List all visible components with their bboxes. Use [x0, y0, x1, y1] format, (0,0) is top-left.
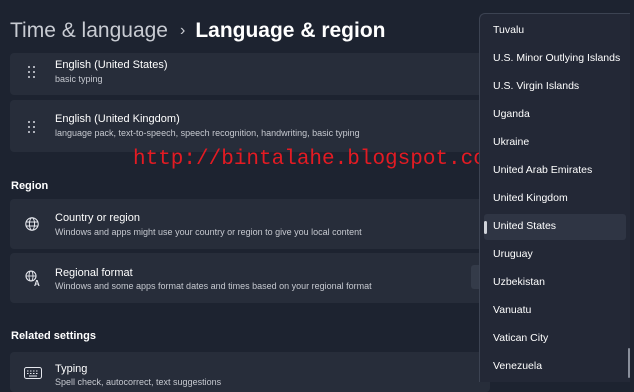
region-heading: Region: [11, 180, 49, 192]
scrollbar-thumb[interactable]: [628, 348, 630, 378]
language-item-en-us[interactable]: English (United States) basic typing: [10, 53, 490, 95]
country-or-region-setting[interactable]: Country or region Windows and apps might…: [10, 199, 490, 249]
country-or-region-description: Windows and apps might use your country …: [55, 227, 362, 237]
regional-format-description: Windows and some apps format dates and t…: [55, 281, 372, 291]
dropdown-option[interactable]: U.S. Minor Outlying Islands: [484, 46, 626, 72]
language-features: language pack, text-to-speech, speech re…: [55, 128, 360, 138]
related-settings-heading: Related settings: [11, 330, 96, 342]
page-title: Language & region: [195, 19, 386, 42]
breadcrumb: Time & language › Language & region: [10, 16, 386, 46]
svg-text:A: A: [34, 279, 40, 287]
dropdown-scrollbar[interactable]: [626, 14, 632, 380]
dropdown-option[interactable]: Vanuatu: [484, 298, 626, 324]
dropdown-option[interactable]: Vatican City: [484, 326, 626, 352]
language-name: English (United States): [55, 59, 168, 71]
language-features: basic typing: [55, 74, 103, 84]
breadcrumb-parent[interactable]: Time & language: [10, 19, 168, 43]
dropdown-option[interactable]: Ukraine: [484, 130, 626, 156]
typing-setting[interactable]: Typing Spell check, autocorrect, text su…: [10, 352, 490, 392]
language-name: English (United Kingdom): [55, 113, 180, 125]
dropdown-option[interactable]: Uruguay: [484, 242, 626, 268]
dropdown-option[interactable]: Uzbekistan: [484, 270, 626, 296]
breadcrumb-separator-icon: ›: [179, 22, 186, 39]
globe-icon: [25, 217, 39, 231]
dropdown-option[interactable]: Venezuela: [484, 354, 626, 380]
language-item-en-gb[interactable]: English (United Kingdom) language pack, …: [10, 100, 490, 152]
dropdown-option[interactable]: United Arab Emirates: [484, 158, 626, 184]
selection-indicator: [484, 221, 487, 234]
regional-format-setting[interactable]: A Regional format Windows and some apps …: [10, 253, 490, 303]
watermark-text: http://bintalahe.blogspot.com/: [133, 148, 512, 171]
dropdown-option-selected[interactable]: United States: [484, 214, 626, 240]
keyboard-icon: [24, 367, 42, 379]
country-or-region-title: Country or region: [55, 212, 140, 224]
dropdown-option[interactable]: Tuvalu: [484, 18, 626, 44]
drag-handle-icon[interactable]: [28, 121, 36, 133]
regional-format-title: Regional format: [55, 267, 133, 279]
regional-format-icon: A: [25, 270, 40, 287]
dropdown-option[interactable]: U.S. Virgin Islands: [484, 74, 626, 100]
country-dropdown-list[interactable]: Tuvalu U.S. Minor Outlying Islands U.S. …: [479, 13, 630, 382]
dropdown-option[interactable]: Uganda: [484, 102, 626, 128]
typing-title: Typing: [55, 363, 88, 375]
drag-handle-icon[interactable]: [28, 66, 36, 78]
typing-description: Spell check, autocorrect, text suggestio…: [55, 377, 222, 387]
dropdown-option[interactable]: United Kingdom: [484, 186, 626, 212]
